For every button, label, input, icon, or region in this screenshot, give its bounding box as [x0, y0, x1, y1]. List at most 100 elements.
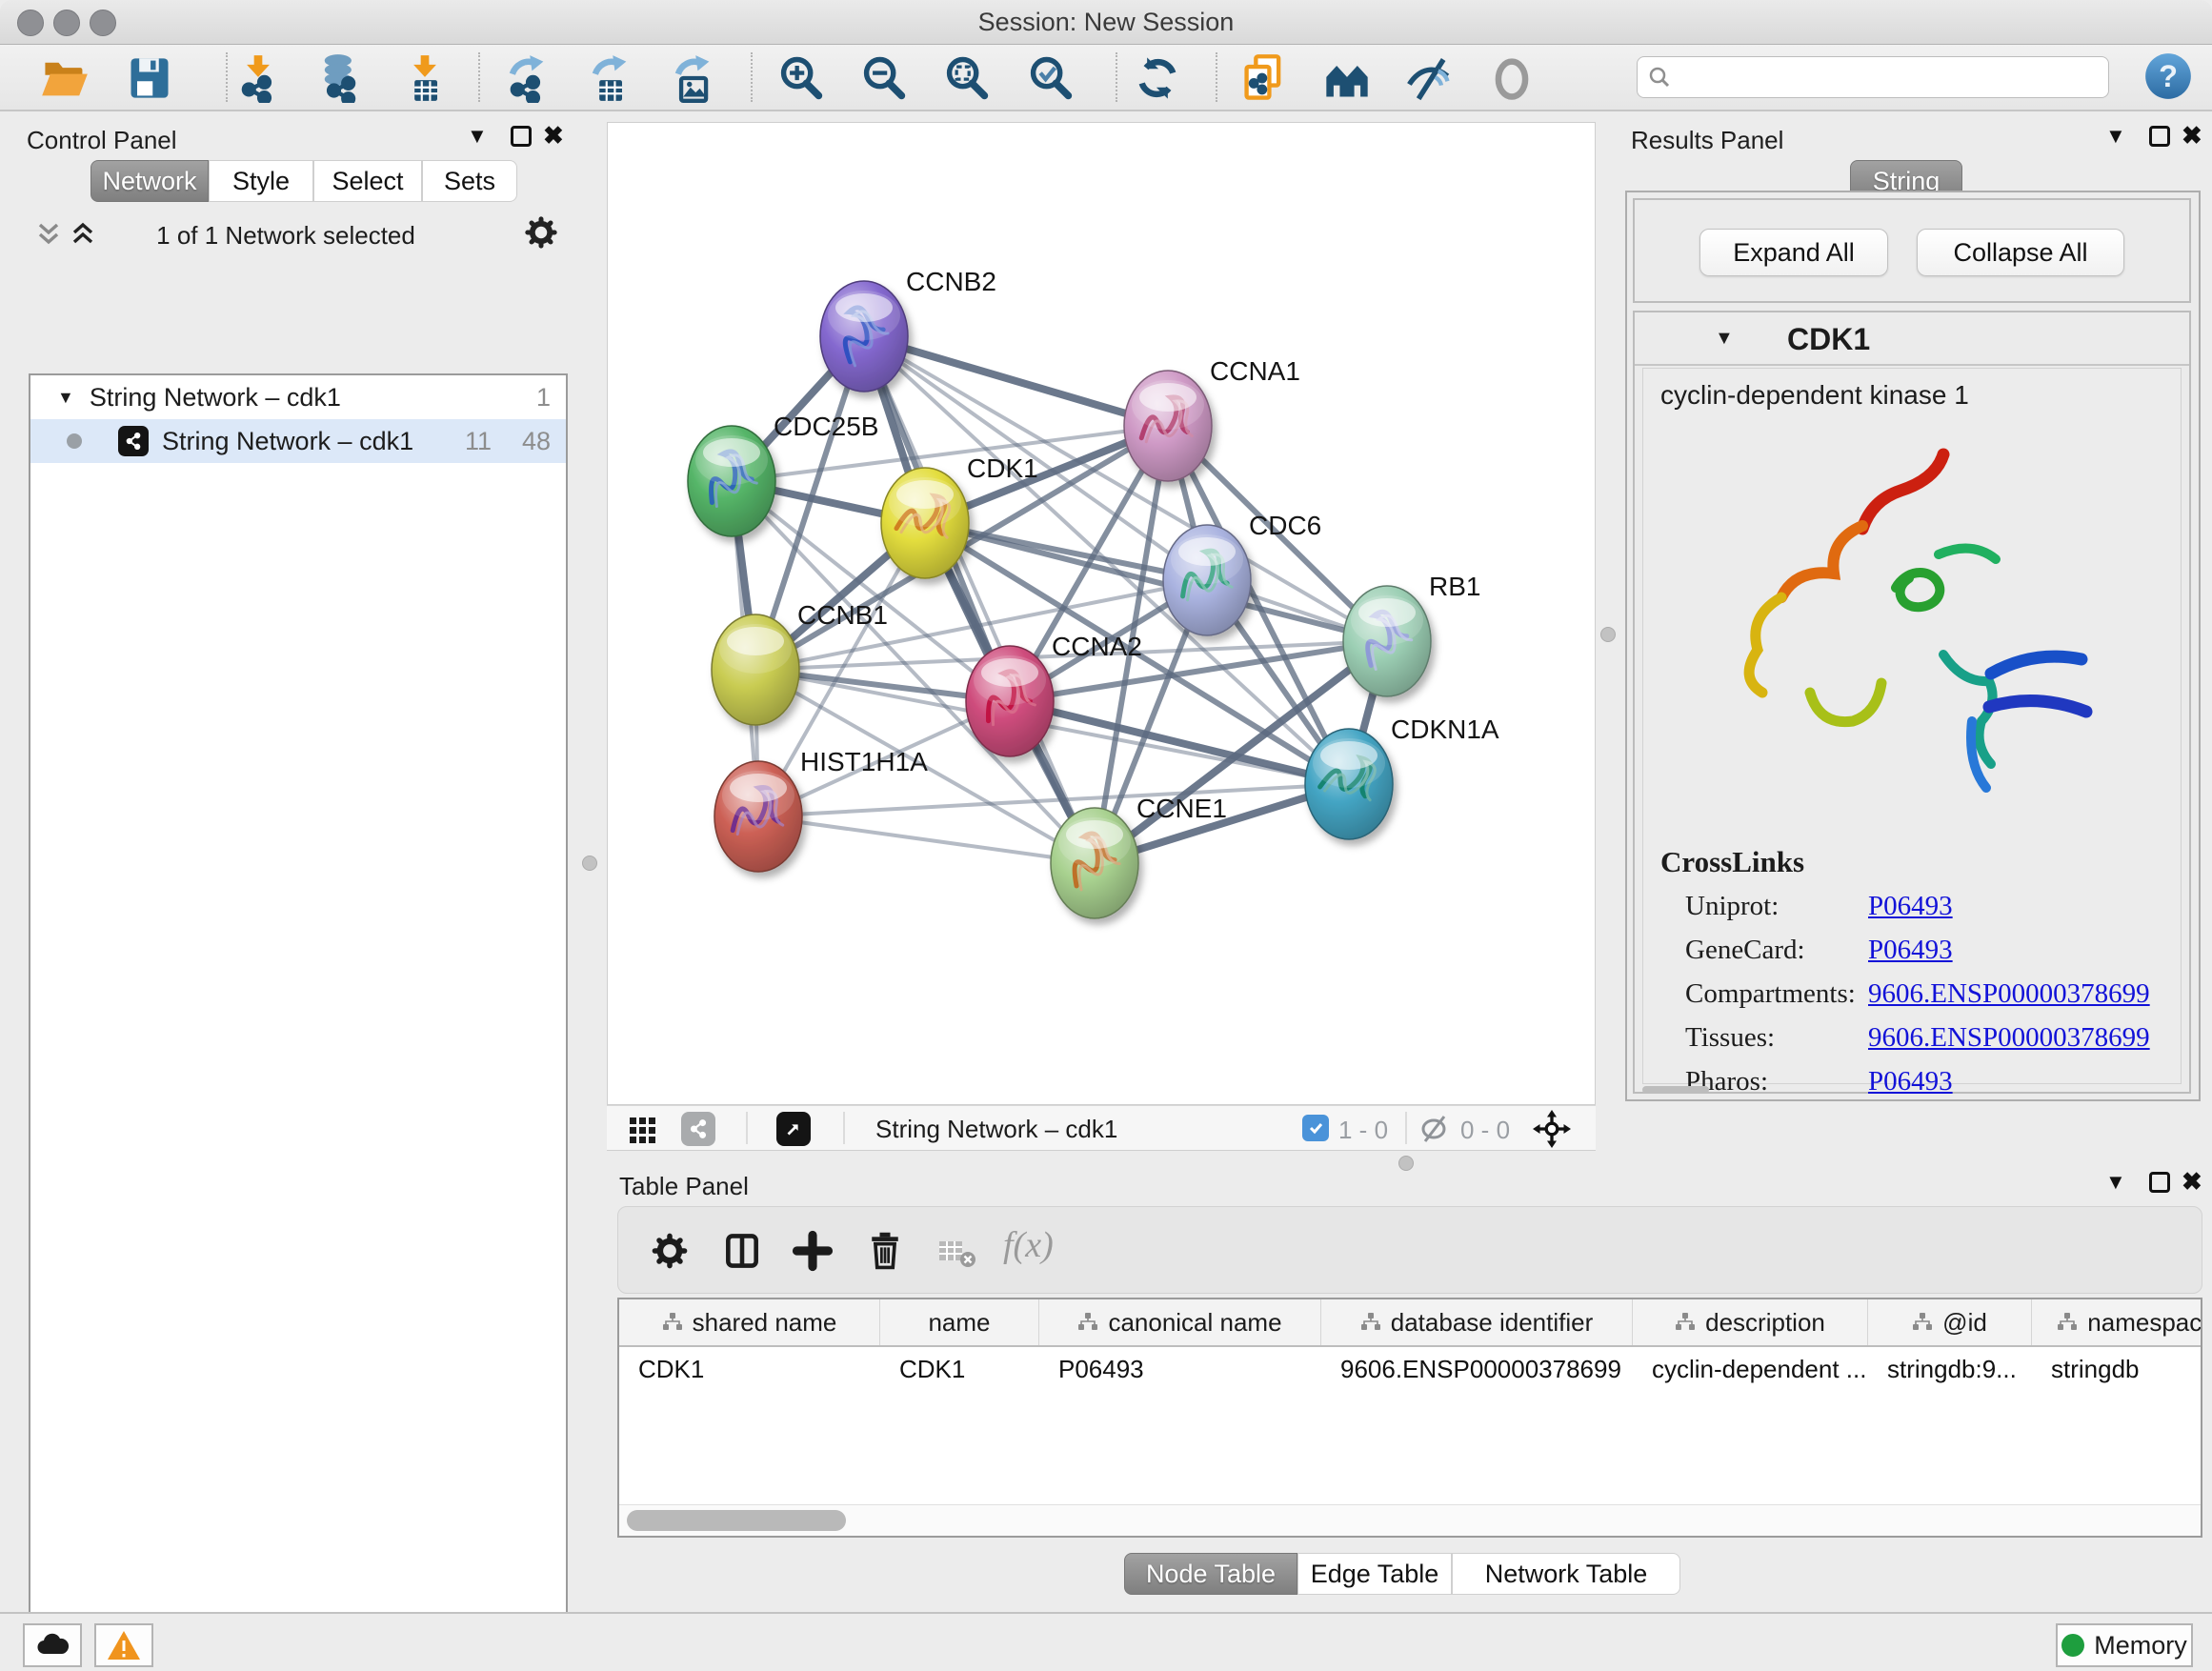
table-cell[interactable]: cyclin-dependent ...	[1633, 1347, 1868, 1391]
network-type-icon	[118, 426, 149, 456]
shared-column-icon	[1675, 1312, 1696, 1333]
network-edge-CCNB2-CCNA1[interactable]	[864, 336, 1168, 426]
birdseye-view-button[interactable]	[776, 1112, 811, 1146]
tab-network-table[interactable]: Network Table	[1452, 1553, 1680, 1595]
collapse-arrow-icon[interactable]: ▼	[1715, 328, 1734, 350]
table-settings-button[interactable]	[649, 1230, 691, 1272]
column-header--id[interactable]: @id	[1868, 1299, 2032, 1345]
network-options-button[interactable]	[522, 213, 560, 252]
grid-view-button[interactable]	[628, 1114, 658, 1144]
expand-all-results-button[interactable]: Expand All	[1699, 229, 1888, 276]
import-network-button[interactable]	[233, 53, 283, 103]
hscrollbar-thumb[interactable]	[627, 1510, 846, 1531]
zoom-in-button[interactable]	[776, 53, 826, 103]
tree-expand-icon[interactable]: ▼	[57, 388, 74, 408]
status-bar	[0, 1612, 2212, 1671]
column-header-name[interactable]: name	[880, 1299, 1039, 1345]
network-node-CDKN1A[interactable]: CDKN1A	[1305, 715, 1499, 839]
crosslink-link-uniprot[interactable]: P06493	[1868, 891, 1953, 922]
crosslink-link-genecard[interactable]: P06493	[1868, 935, 1953, 966]
table-cell[interactable]: CDK1	[619, 1347, 880, 1391]
results-scrollbar-thumb[interactable]	[1642, 1086, 1709, 1094]
export-network-button[interactable]	[502, 53, 552, 103]
results-panel-close-button[interactable]: ✖	[2182, 123, 2202, 148]
export-image-button[interactable]	[668, 53, 717, 103]
results-panel-float-button[interactable]: ▼	[2105, 124, 2126, 149]
tab-sets[interactable]: Sets	[422, 160, 517, 202]
column-header-description[interactable]: description	[1633, 1299, 1868, 1345]
zoom-fit-button[interactable]	[942, 53, 992, 103]
import-network-from-database-button[interactable]	[315, 53, 365, 103]
control-panel-float-button[interactable]: ▼	[467, 124, 488, 149]
table-panel-float-button[interactable]: ▼	[2105, 1170, 2126, 1195]
table-panel-maximize-button[interactable]	[2149, 1172, 2170, 1193]
network-view-canvas[interactable]: CCNB2CCNA1CDC25BCDK1CDC6RB1CCNB1CCNA2CDK…	[607, 122, 1596, 1105]
table-cell[interactable]: stringdb:9...	[1868, 1347, 2032, 1391]
collapse-all-results-button[interactable]: Collapse All	[1917, 229, 2124, 276]
delete-column-button[interactable]	[864, 1230, 906, 1272]
table-cell[interactable]: 9606.ENSP00000378699	[1321, 1347, 1633, 1391]
show-all-button[interactable]	[1487, 53, 1537, 103]
open-session-button[interactable]	[40, 53, 90, 103]
tab-style[interactable]: Style	[209, 160, 313, 202]
clone-network-button[interactable]	[1239, 53, 1289, 103]
refresh-view-button[interactable]	[1133, 53, 1182, 103]
search-input[interactable]	[1672, 63, 2108, 91]
table-panel-close-button[interactable]: ✖	[2182, 1169, 2202, 1194]
network-node-CCNE1[interactable]: CCNE1	[1051, 794, 1227, 918]
network-edge-CCNE1-HIST1H1A[interactable]	[758, 816, 1095, 863]
column-header-canonical-name[interactable]: canonical name	[1039, 1299, 1321, 1345]
string-results-container: Expand All Collapse All ▼ CDK1 cyclin-de…	[1625, 191, 2201, 1101]
table-hscrollbar[interactable]	[619, 1504, 2201, 1536]
tab-edge-table[interactable]: Edge Table	[1297, 1553, 1452, 1595]
crosslink-link-compartments[interactable]: 9606.ENSP00000378699	[1868, 978, 2150, 1010]
selected-checkbox[interactable]	[1302, 1115, 1329, 1141]
help-button[interactable]: ?	[2143, 51, 2193, 101]
control-panel-maximize-button[interactable]	[511, 126, 532, 147]
network-node-CCNA1[interactable]: CCNA1	[1124, 356, 1300, 481]
network-row-selected[interactable]: String Network – cdk1 11 48	[30, 419, 566, 463]
control-panel-close-button[interactable]: ✖	[543, 123, 564, 148]
protein-structure-image[interactable]	[1705, 435, 2124, 816]
hide-selected-button[interactable]	[1404, 53, 1454, 103]
import-table-icon	[400, 53, 450, 103]
columns-icon	[721, 1230, 763, 1272]
network-node-RB1[interactable]: RB1	[1343, 572, 1480, 696]
export-table-button[interactable]	[585, 53, 634, 103]
export-table-icon	[585, 53, 634, 103]
network-overview-button[interactable]	[681, 1112, 715, 1146]
protein-card-header[interactable]: ▼ CDK1	[1635, 312, 2189, 366]
column-header-namespace[interactable]: namespace	[2032, 1299, 2202, 1345]
separator	[843, 1112, 845, 1144]
column-header-shared-name[interactable]: shared name	[619, 1299, 880, 1345]
zoom-out-button[interactable]	[859, 53, 909, 103]
warnings-button[interactable]	[94, 1623, 153, 1667]
left-splitter-handle[interactable]	[582, 856, 597, 871]
eye-slash-icon	[1418, 1114, 1451, 1144]
tab-node-table[interactable]: Node Table	[1124, 1553, 1297, 1595]
results-panel-maximize-button[interactable]	[2149, 126, 2170, 147]
network-edge-CCNB2-CCNE1[interactable]	[864, 336, 1095, 863]
table-cell[interactable]: P06493	[1039, 1347, 1321, 1391]
network-node-CCNB2[interactable]: CCNB2	[820, 267, 996, 392]
tab-select[interactable]: Select	[313, 160, 422, 202]
table-cell[interactable]: stringdb	[2032, 1347, 2202, 1391]
add-column-button[interactable]	[792, 1230, 834, 1272]
first-neighbors-button[interactable]	[1322, 53, 1372, 103]
column-header-database-identifier[interactable]: database identifier	[1321, 1299, 1633, 1345]
show-columns-button[interactable]	[721, 1230, 763, 1272]
collection-count: 1	[536, 383, 551, 413]
tab-network[interactable]: Network	[90, 160, 209, 202]
network-collection-row[interactable]: ▼ String Network – cdk1 1	[30, 375, 566, 419]
table-cell[interactable]: CDK1	[880, 1347, 1039, 1391]
zoom-selected-button[interactable]	[1026, 53, 1076, 103]
crosslink-link-pharos[interactable]: P06493	[1868, 1066, 1953, 1097]
right-splitter-handle[interactable]	[1600, 627, 1616, 642]
cloud-button[interactable]	[23, 1623, 82, 1667]
network-label: String Network – cdk1	[162, 427, 413, 456]
fit-content-button[interactable]	[1533, 1110, 1571, 1148]
import-table-button[interactable]	[400, 53, 450, 103]
memory-button[interactable]: Memory	[2056, 1623, 2193, 1667]
crosslink-link-tissues[interactable]: 9606.ENSP00000378699	[1868, 1022, 2150, 1054]
save-session-button[interactable]	[125, 53, 174, 103]
